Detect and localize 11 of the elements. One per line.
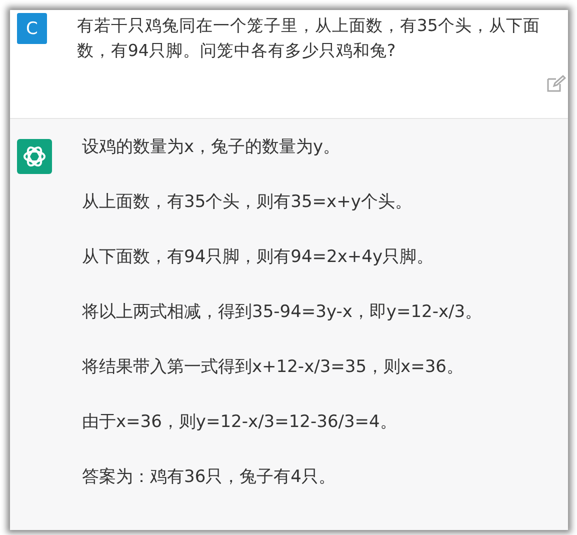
knot-logo-icon: [17, 139, 52, 174]
edit-icon[interactable]: [546, 75, 566, 93]
question-text: 有若干只鸡兔同在一个笼子里，从上面数，有35个头，从下面数，有94只脚。问笼中各有多少只鸡和兔?: [76, 15, 541, 62]
answer-paragraph: 从下面数，有94只脚，则有94=2x+4y只脚。: [82, 246, 435, 269]
answer-paragraph: 将以上两式相减，得到35-94=3y-x，即y=12-x/3。: [82, 301, 482, 324]
answer-paragraph: 从上面数，有35个头，则有35=x+y个头。: [82, 191, 413, 214]
answer-paragraph: 答案为：鸡有36只，兔子有4只。: [82, 466, 336, 489]
answer-paragraph: 设鸡的数量为x，兔子的数量为y。: [82, 136, 342, 159]
answer-paragraph: 将结果带入第一式得到x+12-x/3=35，则x=36。: [82, 356, 464, 379]
answer-paragraph: 由于x=36，则y=12-x/3=12-36/3=4。: [82, 411, 398, 434]
user-avatar: C: [17, 13, 47, 44]
